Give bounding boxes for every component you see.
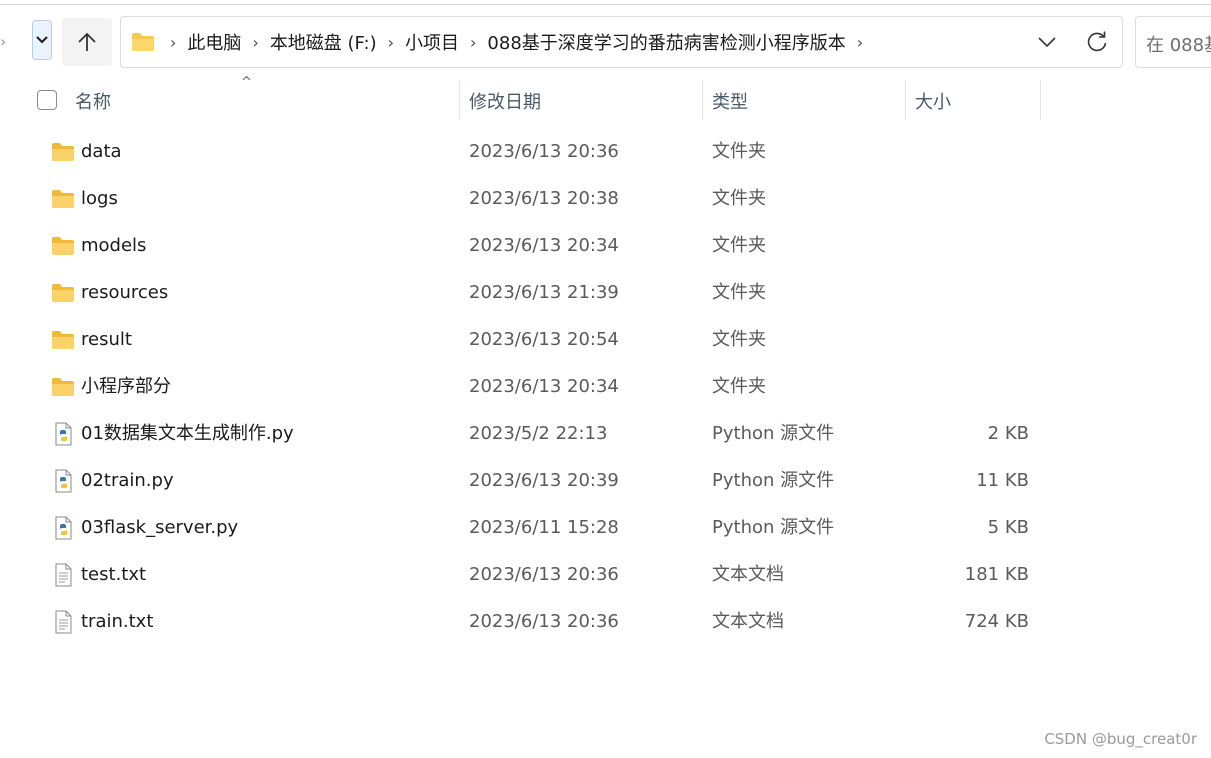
file-modified-date: 2023/6/13 20:36 [469,611,619,632]
forward-arrow-icon[interactable]: › [0,32,6,51]
file-modified-date: 2023/6/13 20:36 [469,141,619,162]
file-size [900,269,1029,316]
file-name: 小程序部分 [81,376,171,397]
up-one-level-button[interactable] [62,18,112,66]
file-type: 文件夹 [712,235,766,256]
python-file-icon [55,422,72,446]
file-name: 02train.py [81,470,174,491]
search-placeholder: 在 088基于深度学习的番茄病害检测小程序版本 中搜索 [1146,35,1211,56]
file-size: 724 KB [964,611,1029,632]
file-type: 文件夹 [712,376,766,397]
python-file-icon [55,516,72,540]
folder-icon [52,378,74,396]
window-top-border [0,4,1211,5]
file-size [900,175,1029,222]
file-modified-date: 2023/6/13 20:36 [469,564,619,585]
column-header-name[interactable]: 名称 [75,88,111,114]
file-size [900,128,1029,175]
file-name: 01数据集文本生成制作.py [81,423,294,444]
search-input[interactable]: 在 088基于深度学习的番茄病害检测小程序版本 中搜索 [1135,16,1211,68]
file-row[interactable]: 03flask_server.py 2023/6/11 15:28 Python 源… [0,504,1211,551]
file-row[interactable]: resources 2023/6/13 21:39 文件夹 [0,269,1211,316]
file-type: Python 源文件 [712,470,835,491]
folder-icon [132,33,154,51]
file-size [900,222,1029,269]
file-modified-date: 2023/6/13 21:39 [469,282,619,303]
file-size: 5 KB [987,517,1029,538]
folder-icon [52,331,74,349]
file-size [900,363,1029,410]
column-header-date[interactable]: 修改日期 [469,88,541,114]
file-modified-date: 2023/6/13 20:39 [469,470,619,491]
file-name: result [81,329,132,350]
file-modified-date: 2023/6/13 20:54 [469,329,619,350]
file-name: train.txt [81,611,154,632]
file-size: 2 KB [987,423,1029,444]
file-modified-date: 2023/6/13 20:34 [469,376,619,397]
file-size: 11 KB [976,470,1029,491]
folder-icon [52,284,74,302]
file-modified-date: 2023/6/11 15:28 [469,517,619,538]
file-name: 03flask_server.py [81,517,239,538]
file-row[interactable]: 小程序部分 2023/6/13 20:34 文件夹 [0,363,1211,410]
file-size: 181 KB [964,564,1029,585]
folder-icon [52,190,74,208]
breadcrumb-separator-icon[interactable]: › [252,33,258,52]
file-name: models [81,235,147,256]
file-name: test.txt [81,564,147,585]
column-divider[interactable] [702,80,703,120]
breadcrumb-separator-icon[interactable]: › [470,33,476,52]
watermark: CSDN @bug_creat0r [1044,730,1197,748]
folder-icon [52,237,74,255]
breadcrumb-separator-icon[interactable]: › [170,33,176,52]
folder-icon [52,143,74,161]
breadcrumb-separator-icon[interactable]: › [857,33,863,52]
breadcrumb: › 此电脑 › 本地磁盘 (F:) › 小项目 › 088基于深度学习的番茄病害检测小程序版本… [159,17,874,67]
file-type: 文件夹 [712,188,766,209]
file-type: Python 源文件 [712,423,835,444]
address-history-chevron-icon[interactable] [1036,31,1058,53]
file-row[interactable]: train.txt 2023/6/13 20:36 文本文档 724 KB [0,598,1211,645]
chevron-down-icon [36,36,48,44]
breadcrumb-item[interactable]: 此电脑 [187,29,241,55]
recent-locations-button[interactable] [32,20,52,60]
select-all-checkbox[interactable] [37,90,57,110]
file-size [900,316,1029,363]
file-name: data [81,141,122,162]
column-divider[interactable] [905,80,906,120]
file-type: Python 源文件 [712,517,835,538]
breadcrumb-item[interactable]: 本地磁盘 (F:) [270,29,377,55]
file-modified-date: 2023/6/13 20:38 [469,188,619,209]
file-row[interactable]: logs 2023/6/13 20:38 文件夹 [0,175,1211,222]
file-type: 文本文档 [712,564,784,585]
column-divider[interactable] [1040,80,1041,120]
file-type: 文件夹 [712,282,766,303]
file-row[interactable]: 02train.py 2023/6/13 20:39 Python 源文件 11 KB [0,457,1211,504]
column-divider[interactable] [459,80,460,120]
file-row[interactable]: models 2023/6/13 20:34 文件夹 [0,222,1211,269]
column-header-type[interactable]: 类型 [712,88,748,114]
file-row[interactable]: 01数据集文本生成制作.py 2023/5/2 22:13 Python 源文件 2 … [0,410,1211,457]
file-type: 文本文档 [712,611,784,632]
breadcrumb-item[interactable]: 088基于深度学习的番茄病害检测小程序版本 [487,29,845,55]
file-modified-date: 2023/6/13 20:34 [469,235,619,256]
file-type: 文件夹 [712,141,766,162]
refresh-icon[interactable] [1084,29,1110,55]
file-row[interactable]: data 2023/6/13 20:36 文件夹 [0,128,1211,175]
arrow-up-icon [78,32,96,51]
file-name: logs [81,188,118,209]
breadcrumb-separator-icon[interactable]: › [388,33,394,52]
column-header-size[interactable]: 大小 [915,88,951,114]
text-file-icon [55,610,72,634]
file-type: 文件夹 [712,329,766,350]
text-file-icon [55,563,72,587]
file-row[interactable]: test.txt 2023/6/13 20:36 文本文档 181 KB [0,551,1211,598]
file-row[interactable]: result 2023/6/13 20:54 文件夹 [0,316,1211,363]
python-file-icon [55,469,72,493]
file-name: resources [81,282,169,303]
breadcrumb-item[interactable]: 小项目 [405,29,459,55]
sort-ascending-icon: ^ [241,75,252,90]
file-modified-date: 2023/5/2 22:13 [469,423,608,444]
address-bar[interactable]: › 此电脑 › 本地磁盘 (F:) › 小项目 › 088基于深度学习的番茄病害检测小程序版本… [120,16,1123,68]
